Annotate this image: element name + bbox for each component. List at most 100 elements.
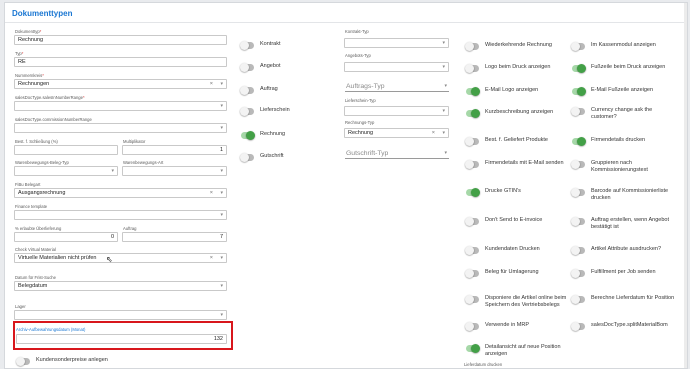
angebots-typ-select[interactable] <box>344 62 449 72</box>
toggle-kundendaten-drucken[interactable]: Kundendaten Drucken <box>465 246 569 255</box>
auftrag-input[interactable]: 7 <box>122 232 227 242</box>
toggle-firmendetails-email[interactable]: Firmendetails mit E-Mail senden <box>465 160 569 169</box>
toggle-knob <box>246 131 255 140</box>
vertical-scrollbar[interactable] <box>684 3 687 368</box>
kassenmodul-switch[interactable] <box>571 42 585 51</box>
fulfillment-job-switch[interactable] <box>571 269 585 278</box>
verwende-mrp-switch[interactable] <box>465 322 479 331</box>
toggle-detailansicht[interactable]: Detailansicht auf neue Position anzeigen <box>466 344 569 358</box>
sales-number-range-select[interactable] <box>14 101 227 111</box>
kontrakt-switch[interactable] <box>240 41 254 50</box>
toggle-kontrakt[interactable]: Kontrakt <box>240 41 280 50</box>
kundensonderpreise-switch[interactable] <box>16 357 30 366</box>
lieferschein-typ-select[interactable] <box>344 106 449 116</box>
nummernkreis-clear-icon[interactable]: × <box>210 80 213 88</box>
toggle-firmendetails-drucken[interactable]: Firmendetails drucken <box>572 137 675 146</box>
toggle-rechnung[interactable]: Rechnung <box>241 131 285 140</box>
toggle-auftrag-erstellen[interactable]: Auftrag erstellen, wenn Angebot bestätig… <box>571 217 675 231</box>
geliefert-produkte-switch[interactable] <box>465 137 479 146</box>
typ-input[interactable]: RE <box>14 57 227 67</box>
fibu-belegart-clear-icon[interactable]: × <box>210 189 213 197</box>
currency-change-switch[interactable] <box>571 107 585 116</box>
rechnungs-typ-select[interactable]: Rechnung × <box>344 128 449 138</box>
nummernkreis-select[interactable]: Rechnungen × <box>14 79 227 89</box>
toggle-beleg-umlagerung[interactable]: Beleg für Umlagerung <box>465 269 569 278</box>
commission-number-range-select[interactable] <box>14 123 227 133</box>
disponiere-online-switch[interactable] <box>465 295 479 304</box>
toggle-verwende-mrp[interactable]: Verwende in MRP <box>465 322 569 331</box>
toggle-knob <box>571 107 580 116</box>
toggle-gutschrift[interactable]: Gutschrift <box>240 153 284 162</box>
toggle-drucke-gtins[interactable]: Drucke GTIN's <box>466 188 569 197</box>
toggle-barcode-kommissionierliste[interactable]: Barcode auf Kommissionierliste drucken <box>571 188 675 202</box>
rechnungs-typ-clear-icon[interactable]: × <box>432 129 435 137</box>
archiv-input[interactable]: 132 <box>16 334 227 344</box>
check-virtual-material-select[interactable]: Virtuelle Materialien nicht prüfen × <box>14 253 227 263</box>
gutschrift-switch[interactable] <box>240 153 254 162</box>
ueberlieferung-input[interactable]: 0 <box>14 232 118 242</box>
kundensonderpreise-toggle[interactable]: Kundensonderpreise anlegen <box>16 357 108 366</box>
email-logo-switch[interactable] <box>466 87 480 96</box>
fusszeile-druck-switch[interactable] <box>572 64 586 73</box>
kontrakt-typ-select[interactable] <box>344 38 449 48</box>
gruppieren-kommissionierung-switch[interactable] <box>571 160 585 169</box>
toggle-email-fusszeile[interactable]: E-Mail Fußzeile anzeigen <box>572 87 675 96</box>
kundendaten-drucken-switch[interactable] <box>465 246 479 255</box>
dokumenttyp-input[interactable]: Rechnung <box>14 35 227 45</box>
toggle-artikel-attribute[interactable]: Artikel Attribute ausdrucken? <box>571 246 675 255</box>
toggle-lieferschein[interactable]: Lieferschein <box>240 107 290 116</box>
schliessung-input[interactable] <box>14 145 118 155</box>
fibu-belegart-select[interactable]: Ausgangsrechnung × <box>14 188 227 198</box>
artikel-attribute-switch[interactable] <box>571 246 585 255</box>
finance-template-select[interactable] <box>14 210 227 220</box>
toggle-einvoice[interactable]: Don't Send to E-invoice <box>465 217 569 226</box>
drucke-gtins-switch[interactable] <box>466 188 480 197</box>
firmendetails-email-switch[interactable] <box>465 160 479 169</box>
toggle-gruppieren-kommissionierung[interactable]: Gruppieren nach Kommissionierungstext <box>571 160 675 174</box>
toggle-disponiere-online[interactable]: Disponiere die Artikel online beim Speic… <box>465 295 569 309</box>
email-fusszeile-switch[interactable] <box>572 87 586 96</box>
logo-druck-label: Logo beim Druck anzeigen <box>485 64 551 70</box>
toggle-currency-change[interactable]: Currency change ask the customer? <box>571 107 661 121</box>
toggle-fusszeile-druck[interactable]: Fußzeile beim Druck anzeigen <box>572 64 675 73</box>
toggle-kassenmodul[interactable]: Im Kassenmodul anzeigen <box>571 42 675 51</box>
multiplikator-input[interactable]: 1 <box>122 145 227 155</box>
kassenmodul-label: Im Kassenmodul anzeigen <box>591 42 656 48</box>
toggle-berechne-lieferdatum[interactable]: Berechne Lieferdatum für Position <box>571 295 675 304</box>
toggle-kurzbeschreibung[interactable]: Kurzbeschreibung anzeigen <box>466 109 569 118</box>
email-logo-label: E-Mail Logo anzeigen <box>485 87 539 93</box>
toggle-fulfillment-job[interactable]: Fulfillment per Job senden <box>571 269 675 278</box>
toggle-split-material-bom[interactable]: salesDocType.splitMaterialBom <box>571 322 675 331</box>
dokumenttyp-label: Dokumenttyp <box>15 29 41 34</box>
auftrag-switch[interactable] <box>240 86 254 95</box>
kurzbeschreibung-switch[interactable] <box>466 109 480 118</box>
toggle-wiederkehrende-rechnung[interactable]: Wiederkehrende Rechnung <box>465 42 569 51</box>
gutschrift-typ-select[interactable]: Gutschrift-Typ <box>345 149 449 159</box>
kurzbeschreibung-label: Kurzbeschreibung anzeigen <box>485 109 554 115</box>
barcode-kommissionierliste-switch[interactable] <box>571 188 585 197</box>
toggle-email-logo[interactable]: E-Mail Logo anzeigen <box>466 87 569 96</box>
datum-frist-select[interactable]: Belegdatum <box>14 281 227 291</box>
beleg-umlagerung-switch[interactable] <box>465 269 479 278</box>
detailansicht-switch[interactable] <box>466 344 480 353</box>
toggle-knob <box>571 322 580 331</box>
logo-druck-switch[interactable] <box>465 64 479 73</box>
auftrags-typ-select[interactable]: Auftrags-Typ <box>345 82 449 92</box>
warenbewegungs-beleg-typ-select[interactable] <box>14 166 118 176</box>
toggle-geliefert-produkte[interactable]: Best. f. Geliefert Produkte <box>465 137 569 146</box>
toggle-logo-druck[interactable]: Logo beim Druck anzeigen <box>465 64 569 73</box>
lager-select[interactable] <box>14 310 227 320</box>
einvoice-switch[interactable] <box>465 217 479 226</box>
angebot-switch[interactable] <box>240 63 254 72</box>
toggle-auftrag[interactable]: Auftrag <box>240 86 278 95</box>
check-virtual-material-clear-icon[interactable]: × <box>210 254 213 262</box>
auftrag-erstellen-switch[interactable] <box>571 217 585 226</box>
toggle-angebot[interactable]: Angebot <box>240 63 281 72</box>
firmendetails-drucken-switch[interactable] <box>572 137 586 146</box>
lieferschein-switch[interactable] <box>240 107 254 116</box>
berechne-lieferdatum-switch[interactable] <box>571 295 585 304</box>
warenbewegungs-art-select[interactable] <box>122 166 227 176</box>
wiederkehrende-rechnung-switch[interactable] <box>465 42 479 51</box>
rechnung-switch[interactable] <box>241 131 255 140</box>
split-material-bom-switch[interactable] <box>571 322 585 331</box>
